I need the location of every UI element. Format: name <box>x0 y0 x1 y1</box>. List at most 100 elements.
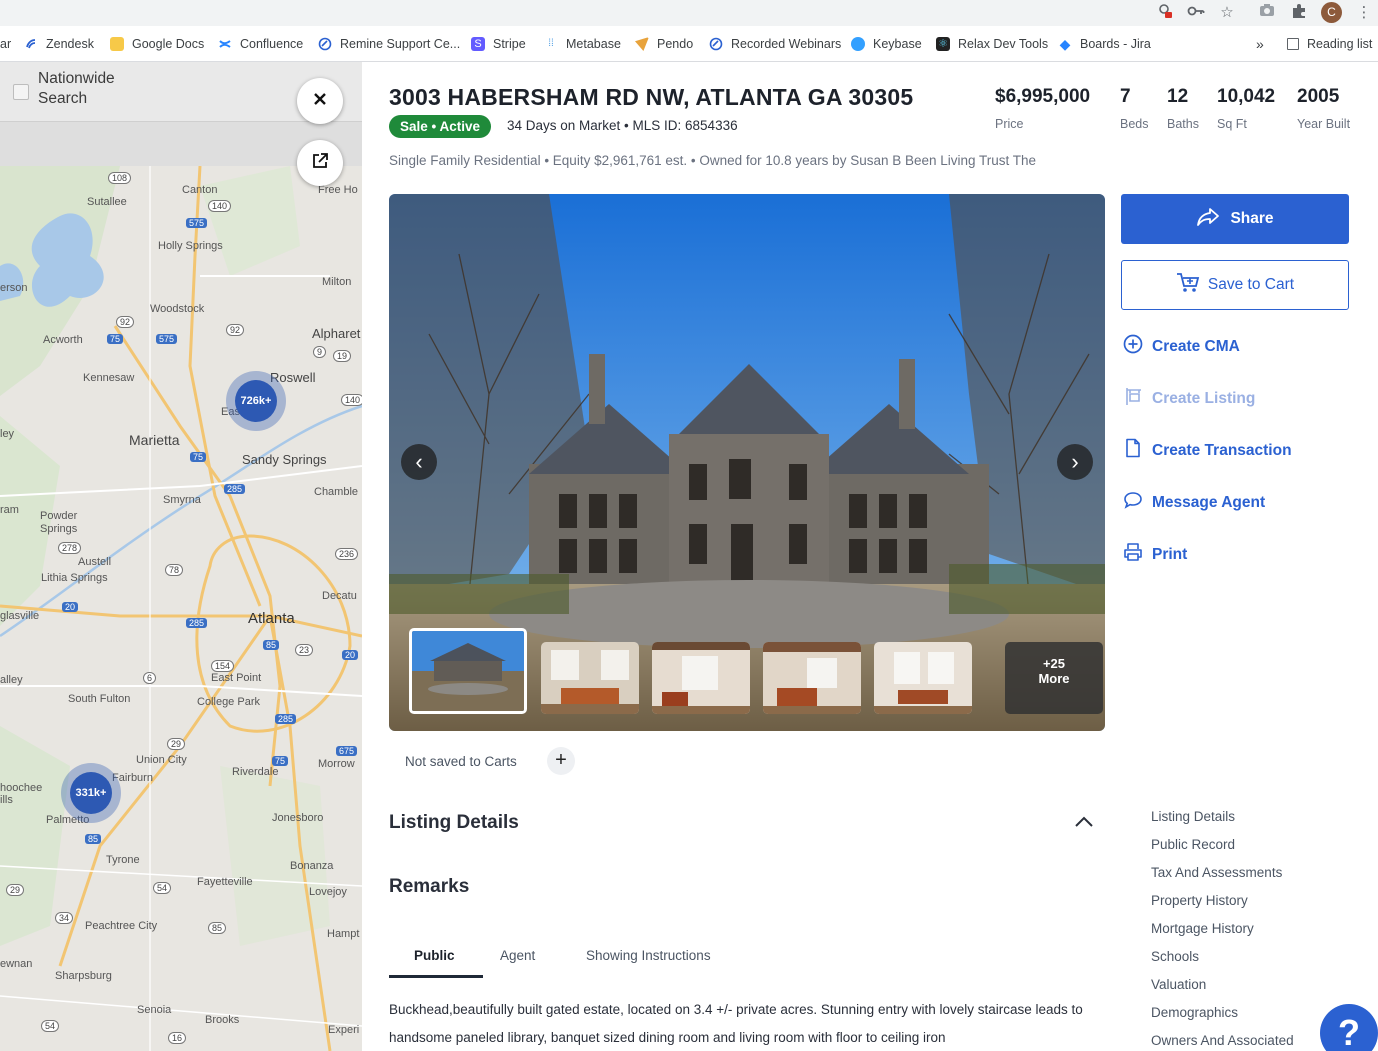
jira-icon: ◆ <box>1059 36 1071 52</box>
printer-icon <box>1123 542 1143 567</box>
chevron-left-icon: ‹ <box>415 449 423 474</box>
stripe-icon: S <box>471 37 485 51</box>
stat-beds: 7 Beds <box>1120 86 1149 131</box>
open-in-new-tab-button[interactable] <box>297 140 343 186</box>
map-panel: Nationwide Search Canton Sutallee Holly … <box>0 62 362 1051</box>
external-link-icon <box>311 152 329 175</box>
bookmark-recorded-webinars[interactable]: Recorded Webinars <box>709 35 841 53</box>
stat-sqft: 10,042 Sq Ft <box>1217 86 1276 131</box>
confluence-icon <box>218 37 232 51</box>
close-icon <box>313 92 327 111</box>
map-cluster-331k[interactable]: 331k+ <box>61 763 121 823</box>
map-cluster-726k[interactable]: 726k+ <box>226 371 286 431</box>
bookmarks-bar: ar Zendesk Google Docs Confluence Remine… <box>0 26 1378 62</box>
previous-photo-button[interactable]: ‹ <box>401 444 437 480</box>
zendesk-icon <box>24 37 38 51</box>
folder-icon <box>110 37 124 51</box>
map-route-shields: 108 140 575 92 75 575 92 9 19 140 75 285… <box>0 166 362 1051</box>
tab-showing-instructions[interactable]: Showing Instructions <box>586 948 711 963</box>
collapse-section-button[interactable] <box>1072 810 1096 834</box>
section-navigation: Listing Details Public Record Tax And As… <box>1151 808 1294 1051</box>
bookmark-keybase[interactable]: Keybase <box>851 35 922 53</box>
add-to-cart-plus-button[interactable]: + <box>547 747 575 775</box>
plus-circle-icon <box>1123 334 1143 359</box>
listing-address: 3003 HABERSHAM RD NW, ATLANTA GA 30305 <box>389 84 914 110</box>
bookmark-zendesk[interactable]: Zendesk <box>24 35 94 53</box>
bookmark-relax-dev-tools[interactable]: ⚛ Relax Dev Tools <box>936 35 1048 53</box>
reading-list-button[interactable]: Reading list <box>1287 35 1372 53</box>
bookmark-cut-off[interactable]: ar <box>0 35 11 53</box>
stat-price: $6,995,000 Price <box>995 86 1091 131</box>
camera-icon[interactable] <box>1257 3 1277 23</box>
kebab-menu-icon[interactable]: ⋮ <box>1354 3 1374 23</box>
bookmark-pendo[interactable]: Pendo <box>635 35 693 53</box>
metabase-icon: ⁞⁞ <box>548 38 554 49</box>
share-icon <box>1196 207 1220 232</box>
nationwide-search-label: Nationwide Search <box>38 70 115 107</box>
toc-property-history[interactable]: Property History <box>1151 892 1294 920</box>
toc-listing-details[interactable]: Listing Details <box>1151 808 1294 836</box>
sign-post-icon <box>1123 386 1143 411</box>
chevron-up-icon <box>1072 816 1096 838</box>
message-agent-action[interactable]: Message Agent <box>1123 490 1265 515</box>
property-photo-carousel[interactable]: ‹ › +25 More <box>389 194 1105 731</box>
create-cma-action[interactable]: Create CMA <box>1123 334 1240 359</box>
map-canvas[interactable]: Canton Sutallee Holly Springs Free Ho Mi… <box>0 166 362 1051</box>
stat-baths: 12 Baths <box>1167 86 1199 131</box>
bookmark-remine-support[interactable]: Remine Support Ce... <box>318 35 460 53</box>
star-icon[interactable]: ☆ <box>1217 3 1237 23</box>
status-badge: Sale • Active <box>389 115 492 138</box>
next-photo-button[interactable]: › <box>1057 444 1093 480</box>
nationwide-search-checkbox[interactable] <box>13 84 29 100</box>
chevron-right-icon: › <box>1071 449 1079 474</box>
toc-schools[interactable]: Schools <box>1151 948 1294 976</box>
create-listing-action[interactable]: Create Listing <box>1123 386 1255 411</box>
property-summary: Single Family Residential • Equity $2,96… <box>389 153 1037 168</box>
remarks-tabs: Public Agent Showing Instructions <box>389 942 789 978</box>
thumbnail-5[interactable] <box>874 642 972 714</box>
toc-public-record[interactable]: Public Record <box>1151 836 1294 864</box>
listing-detail-panel: 3003 HABERSHAM RD NW, ATLANTA GA 30305 S… <box>362 62 1378 1051</box>
close-panel-button[interactable] <box>297 78 343 124</box>
thumbnail-4[interactable] <box>763 642 861 714</box>
profile-avatar[interactable]: C <box>1321 2 1342 23</box>
listing-details-heading[interactable]: Listing Details <box>389 812 519 834</box>
extensions-icon[interactable] <box>1289 3 1309 23</box>
plus-icon: + <box>555 749 567 771</box>
react-icon: ⚛ <box>936 37 950 51</box>
help-button[interactable]: ? <box>1320 1004 1378 1051</box>
more-photos-button[interactable]: +25 More <box>1005 642 1103 714</box>
save-to-cart-button[interactable]: Save to Cart <box>1121 260 1349 310</box>
toc-valuation[interactable]: Valuation <box>1151 976 1294 1004</box>
bookmark-metabase[interactable]: ⁞⁞ Metabase <box>544 35 621 53</box>
keybase-icon <box>851 37 865 51</box>
chat-bubble-icon <box>1123 490 1143 515</box>
thumbnail-3[interactable] <box>652 642 750 714</box>
print-action[interactable]: Print <box>1123 542 1187 567</box>
thumbnail-1[interactable] <box>409 628 527 714</box>
cart-status: Not saved to Carts <box>405 754 517 769</box>
stat-year-built: 2005 Year Built <box>1297 86 1351 131</box>
bookmark-google-docs[interactable]: Google Docs <box>110 35 204 53</box>
create-transaction-action[interactable]: Create Transaction <box>1123 438 1292 463</box>
cluster-label: 331k+ <box>70 772 112 814</box>
bookmarks-overflow-button[interactable]: » <box>1256 35 1264 53</box>
toc-tax-assessments[interactable]: Tax And Assessments <box>1151 864 1294 892</box>
share-button[interactable]: Share <box>1121 194 1349 244</box>
remarks-body: Buckhead,beautifully built gated estate,… <box>389 1002 1083 1045</box>
bookmark-stripe[interactable]: S Stripe <box>471 35 526 53</box>
bookmark-boards-jira[interactable]: ◆ Boards - Jira <box>1058 35 1151 53</box>
tab-public[interactable]: Public <box>414 948 455 963</box>
toc-mortgage-history[interactable]: Mortgage History <box>1151 920 1294 948</box>
thumbnail-2[interactable] <box>541 642 639 714</box>
active-tab-indicator <box>389 975 483 978</box>
days-on-market-mls: 34 Days on Market • MLS ID: 6854336 <box>507 118 738 133</box>
remarks-heading: Remarks <box>389 876 470 897</box>
toc-demographics[interactable]: Demographics <box>1151 1004 1294 1032</box>
key-icon[interactable] <box>1186 3 1206 23</box>
tab-agent[interactable]: Agent <box>500 948 535 963</box>
browser-toolbar-strip: ☆ C ⋮ <box>0 0 1378 26</box>
bookmark-confluence[interactable]: Confluence <box>218 35 303 53</box>
toc-owners-associated[interactable]: Owners And Associated <box>1151 1032 1294 1051</box>
blocked-camera-icon[interactable] <box>1155 3 1175 23</box>
